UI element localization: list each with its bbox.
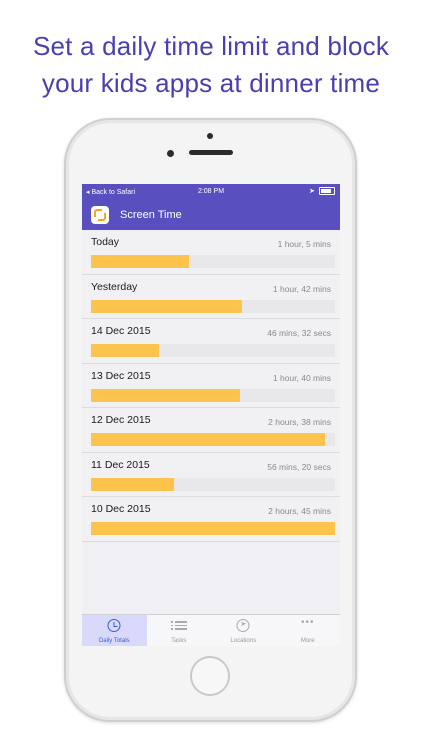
- front-camera: [167, 150, 174, 157]
- tab-daily-totals[interactable]: Daily Totals: [82, 615, 147, 646]
- row-date: Today: [91, 236, 120, 248]
- usage-bar-track: [91, 255, 335, 268]
- usage-bar: [91, 255, 189, 268]
- usage-bar: [91, 299, 243, 313]
- home-button[interactable]: [190, 656, 230, 696]
- row-duration: 56 mins, 20 secs: [267, 461, 331, 472]
- list-item[interactable]: 12 Dec 2015 2 hours, 38 mins: [82, 408, 340, 453]
- tab-label: Daily Totals: [98, 638, 130, 644]
- location-arrow-icon: ➤: [309, 188, 315, 195]
- tab-label: Locations: [230, 638, 257, 644]
- front-sensor: [207, 133, 213, 139]
- list-item[interactable]: 13 Dec 2015 1 hour, 40 mins: [82, 363, 340, 408]
- app-logo-icon: [91, 206, 109, 224]
- row-duration: 2 hours, 38 mins: [268, 417, 331, 427]
- tab-label: More: [300, 638, 315, 644]
- usage-bar-track: [91, 433, 335, 446]
- row-duration: 1 hour, 5 mins: [277, 239, 331, 249]
- row-date: 10 Dec 2015: [91, 503, 151, 515]
- row-date: Yesterday: [91, 280, 138, 293]
- status-time: 2:08 PM: [197, 188, 225, 195]
- marketing-headline: Set a daily time limit and block your ki…: [0, 28, 422, 102]
- row-date: 11 Dec 2015: [91, 458, 150, 471]
- navigation-icon: ➤: [236, 619, 250, 632]
- row-duration: 46 mins, 32 secs: [267, 328, 331, 338]
- tab-bar: Daily Totals Tasks ➤ Locations ••• More: [82, 614, 340, 646]
- usage-bar: [91, 433, 326, 446]
- list-item[interactable]: 11 Dec 2015 56 mins, 20 secs: [82, 452, 340, 497]
- usage-bar: [91, 477, 174, 491]
- navigation-bar: Screen Time: [82, 200, 340, 230]
- status-bar: ◂ Back to Safari 2:08 PM ➤: [82, 184, 340, 200]
- row-duration: 1 hour, 42 mins: [272, 283, 331, 294]
- headline-line-1: Set a daily time limit and block: [32, 31, 390, 61]
- usage-bar-track: [91, 522, 335, 535]
- row-date: 12 Dec 2015: [91, 414, 151, 426]
- row-date: 13 Dec 2015: [91, 369, 151, 382]
- tab-locations[interactable]: ➤ Locations: [211, 615, 276, 646]
- usage-bar-track: [91, 344, 335, 357]
- usage-bar: [91, 344, 160, 357]
- tab-more[interactable]: ••• More: [276, 615, 341, 646]
- page-title: Screen Time: [120, 209, 182, 221]
- usage-bar: [91, 388, 240, 402]
- usage-bar-track: [91, 299, 335, 313]
- list-item[interactable]: 14 Dec 2015 46 mins, 32 secs: [82, 319, 340, 364]
- usage-bar-track: [91, 388, 335, 402]
- phone-screen: ◂ Back to Safari 2:08 PM ➤ Screen Time T…: [82, 184, 340, 646]
- list-item[interactable]: 10 Dec 2015 2 hours, 45 mins: [82, 497, 340, 542]
- tab-tasks[interactable]: Tasks: [147, 615, 212, 646]
- more-icon: •••: [300, 617, 315, 628]
- list-item[interactable]: Yesterday 1 hour, 42 mins: [82, 274, 340, 319]
- usage-bar-track: [91, 477, 335, 491]
- earpiece-speaker: [189, 150, 233, 155]
- battery-icon: [319, 187, 335, 195]
- row-date: 14 Dec 2015: [91, 325, 151, 337]
- row-duration: 2 hours, 45 mins: [268, 506, 331, 516]
- headline-line-2: your kids apps at dinner time: [41, 68, 381, 98]
- row-duration: 1 hour, 40 mins: [272, 372, 331, 383]
- usage-bar: [91, 522, 335, 535]
- list-item[interactable]: Today 1 hour, 5 mins: [82, 230, 340, 275]
- tab-label: Tasks: [171, 638, 187, 644]
- daily-totals-list: Today 1 hour, 5 mins Yesterday 1 hour, 4…: [82, 230, 340, 542]
- list-icon: [170, 619, 187, 632]
- clock-icon: [107, 619, 121, 632]
